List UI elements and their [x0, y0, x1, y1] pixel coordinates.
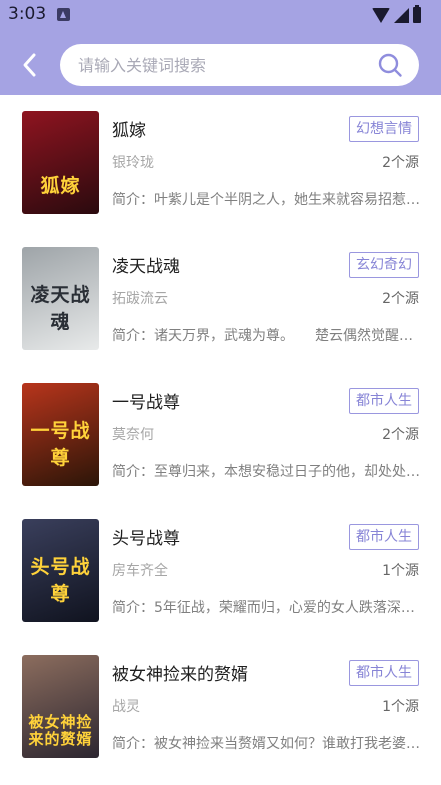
genre-tag[interactable]: 玄幻奇幻 — [349, 252, 419, 278]
genre-tag[interactable]: 都市人生 — [349, 388, 419, 414]
book-author: 银玲珑 — [112, 155, 154, 171]
genre-tag[interactable]: 都市人生 — [349, 524, 419, 550]
cover-title: 凌天战魂 — [30, 284, 91, 333]
book-intro: 简介：诸天万界，武魂为尊。 楚云偶然觉醒… — [112, 328, 413, 344]
search-icon[interactable] — [377, 52, 403, 78]
book-title: 凌天战魂 — [112, 257, 180, 277]
status-bar: 3:03 — [0, 0, 441, 30]
book-title: 狐嫁 — [112, 121, 146, 141]
book-cover: 狐嫁 — [22, 111, 99, 214]
book-intro: 简介：至尊归来，本想安稳过日子的他，却处处… — [112, 464, 420, 480]
book-title: 被女神捡来的赘婿 — [112, 665, 248, 685]
book-item[interactable]: 凌天战魂 凌天战魂 玄幻奇幻 拓跋流云 2个源 简介：诸天万界，武魂为尊。 楚云… — [0, 231, 441, 367]
book-author: 房车齐全 — [112, 563, 168, 579]
app-notification-icon — [57, 8, 70, 21]
source-count: 1个源 — [382, 563, 419, 579]
signal-icon — [394, 7, 409, 23]
cover-title: 狐嫁 — [40, 175, 81, 197]
book-intro: 简介：被女神捡来当赘婿又如何？谁敢打我老婆… — [112, 736, 420, 752]
cover-title: 头号战尊 — [30, 556, 91, 605]
book-title: 头号战尊 — [112, 529, 180, 549]
genre-tag[interactable]: 都市人生 — [349, 660, 419, 686]
book-item[interactable]: 头号战尊 头号战尊 都市人生 房车齐全 1个源 简介：5年征战，荣耀而归，心爱的… — [0, 503, 441, 639]
source-count: 2个源 — [382, 155, 419, 171]
status-indicators — [372, 5, 421, 25]
book-item[interactable]: 被女神捡来的赘婿 被女神捡来的赘婿 都市人生 战灵 1个源 简介：被女神捡来当赘… — [0, 639, 441, 775]
book-cover: 凌天战魂 — [22, 247, 99, 350]
wifi-icon — [372, 7, 390, 23]
book-item[interactable]: 狐嫁 狐嫁 幻想言情 银玲珑 2个源 简介：叶紫儿是个半阴之人，她生来就容易招惹… — [0, 95, 441, 231]
chevron-left-icon — [23, 53, 36, 77]
status-time: 3:03 — [8, 4, 47, 24]
book-cover: 头号战尊 — [22, 519, 99, 622]
source-count: 1个源 — [382, 699, 419, 715]
battery-icon — [413, 5, 421, 23]
book-item[interactable]: 一号战尊 一号战尊 都市人生 莫奈何 2个源 简介：至尊归来，本想安稳过日子的他… — [0, 367, 441, 503]
genre-tag[interactable]: 幻想言情 — [349, 116, 419, 142]
book-author: 拓跋流云 — [112, 291, 168, 307]
back-button[interactable] — [10, 45, 50, 85]
book-author: 莫奈何 — [112, 427, 154, 443]
search-box[interactable] — [60, 44, 419, 86]
book-author: 战灵 — [112, 699, 140, 715]
book-title: 一号战尊 — [112, 393, 180, 413]
cover-title: 被女神捡来的赘婿 — [28, 713, 93, 748]
book-intro: 简介：叶紫儿是个半阴之人，她生来就容易招惹… — [112, 192, 420, 208]
book-cover: 一号战尊 — [22, 383, 99, 486]
book-intro: 简介：5年征战，荣耀而归，心爱的女人跌落深… — [112, 600, 415, 616]
search-input[interactable] — [78, 44, 368, 86]
source-count: 2个源 — [382, 291, 419, 307]
header-bar: 3:03 — [0, 0, 441, 95]
source-count: 2个源 — [382, 427, 419, 443]
book-cover: 被女神捡来的赘婿 — [22, 655, 99, 758]
cover-title: 一号战尊 — [30, 420, 91, 469]
